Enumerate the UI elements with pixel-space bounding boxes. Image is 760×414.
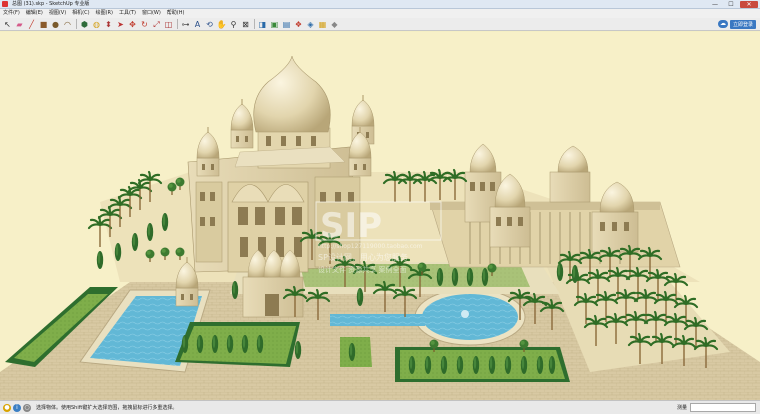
watermark-line3: 设计文件 资源共享 案例全面 <box>318 265 406 274</box>
menu-file[interactable]: 文件(F) <box>0 9 23 18</box>
select-tool-icon[interactable]: ↖ <box>2 19 13 30</box>
water-channel <box>330 314 425 326</box>
layout-icon[interactable]: ▦ <box>317 19 328 30</box>
signin-button[interactable]: 立即登录 <box>729 19 756 29</box>
main-onion-dome <box>253 55 331 133</box>
follow-me-icon[interactable]: ➤ <box>115 19 126 30</box>
menu-window[interactable]: 窗口(W) <box>139 9 164 18</box>
front-gatehouse <box>242 249 304 318</box>
pan-tool-icon[interactable]: ✋ <box>216 19 227 30</box>
scene-canvas[interactable]: SIP http://shop127119000.taobao.com SP设计… <box>0 32 760 400</box>
user-icon[interactable]: ○ <box>23 403 31 412</box>
status-message: 选择物体。使用Shift键扩大选择范围，拖拽鼠标进行多重选择。 <box>36 405 178 411</box>
menu-bar: 文件(F) 编辑(E) 视图(V) 相机(C) 绘图(R) 工具(T) 窗口(W… <box>0 9 760 18</box>
move-tool-icon[interactable]: ✥ <box>127 19 138 30</box>
arc-tool-icon[interactable]: ◠ <box>62 19 73 30</box>
model-viewport[interactable]: SIP http://shop127119000.taobao.com SP设计… <box>0 32 760 400</box>
right-pavilion-3 <box>549 145 591 203</box>
menu-draw[interactable]: 绘图(R) <box>93 9 116 18</box>
signin-area[interactable]: ☁ 立即登录 <box>717 19 756 29</box>
rotate-tool-icon[interactable]: ↻ <box>139 19 150 30</box>
menu-tools[interactable]: 工具(T) <box>116 9 139 18</box>
eraser-tool-icon[interactable]: ▰ <box>14 19 25 30</box>
menu-view[interactable]: 视图(V) <box>46 9 69 18</box>
title-bar: 总图 (31).skp - SketchUp 专业版 — ☐ ✕ <box>0 0 760 9</box>
palace-dome-left <box>196 126 220 177</box>
window-title: 总图 (31).skp - SketchUp 专业版 <box>12 0 90 7</box>
tool-list: ↖ ▰ ╱ ■ ● ◠ ⬢ ◍ ⬍ ➤ ✥ ↻ ⤢ ◫ ⊶ A ⟲ ✋ ⚲ ⊠ ◨ ▣ ▤ ❖ ◈ ▦ ◆ <box>2 19 341 30</box>
push-pull-icon[interactable]: ⬍ <box>103 19 114 30</box>
get-models-icon[interactable]: ▣ <box>269 19 280 30</box>
sketchup-app-icon <box>2 1 8 7</box>
paint-bucket-icon[interactable]: ◍ <box>91 19 102 30</box>
watermark-logo: SIP <box>320 206 382 246</box>
zoom-extents-icon[interactable]: ⊠ <box>240 19 251 30</box>
main-fountain-pool <box>422 294 518 340</box>
geo-location-icon[interactable]: ● <box>3 403 11 412</box>
watermark-url: http://shop127119000.taobao.com <box>318 243 423 250</box>
close-button[interactable]: ✕ <box>740 0 758 8</box>
right-pavilion-4 <box>591 181 639 253</box>
cloud-icon: ☁ <box>717 20 728 28</box>
window-controls: — ☐ ✕ <box>708 0 758 8</box>
line-tool-icon[interactable]: ╱ <box>26 19 37 30</box>
previous-view-icon[interactable]: ◨ <box>257 19 268 30</box>
style-builder-icon[interactable]: ◆ <box>329 19 340 30</box>
tape-measure-icon[interactable]: ⊶ <box>180 19 191 30</box>
menu-help[interactable]: 帮助(H) <box>164 9 188 18</box>
zoom-tool-icon[interactable]: ⚲ <box>228 19 239 30</box>
circle-tool-icon[interactable]: ● <box>50 19 61 30</box>
credits-icon[interactable]: i <box>13 403 21 412</box>
watermark-line2: SP设计网，用心为您服务 <box>318 252 408 262</box>
status-bar: ● i ○ 选择物体。使用Shift键扩大选择范围，拖拽鼠标进行多重选择。 测量 <box>0 400 760 414</box>
main-toolbar: ↖ ▰ ╱ ■ ● ◠ ⬢ ◍ ⬍ ➤ ✥ ↻ ⤢ ◫ ⊶ A ⟲ ✋ ⚲ ⊠ ◨ ▣ ▤ ❖ ◈ ▦ ◆ ☁ 立即登录 <box>0 18 760 31</box>
extension-warehouse-icon[interactable]: ◈ <box>305 19 316 30</box>
share-model-icon[interactable]: ▤ <box>281 19 292 30</box>
status-icons: ● i ○ <box>3 403 31 412</box>
scale-tool-icon[interactable]: ⤢ <box>151 19 162 30</box>
polygon-tool-icon[interactable]: ⬢ <box>79 19 90 30</box>
rectangle-tool-icon[interactable]: ■ <box>38 19 49 30</box>
minimize-button[interactable]: — <box>708 1 722 8</box>
components-icon[interactable]: ❖ <box>293 19 304 30</box>
maximize-button[interactable]: ☐ <box>724 1 738 8</box>
orbit-tool-icon[interactable]: ⟲ <box>204 19 215 30</box>
offset-tool-icon[interactable]: ◫ <box>163 19 174 30</box>
menu-camera[interactable]: 相机(C) <box>69 9 92 18</box>
menu-edit[interactable]: 编辑(E) <box>23 9 46 18</box>
measurements-label: 测量 <box>676 405 687 411</box>
measurements-input[interactable] <box>690 403 756 412</box>
toolbar-separator <box>254 19 255 29</box>
toolbar-separator <box>76 19 77 29</box>
toolbar-separator <box>177 19 178 29</box>
text-tool-icon[interactable]: A <box>192 19 203 30</box>
fountain <box>461 310 469 318</box>
palace-dome-back-left <box>230 98 254 149</box>
